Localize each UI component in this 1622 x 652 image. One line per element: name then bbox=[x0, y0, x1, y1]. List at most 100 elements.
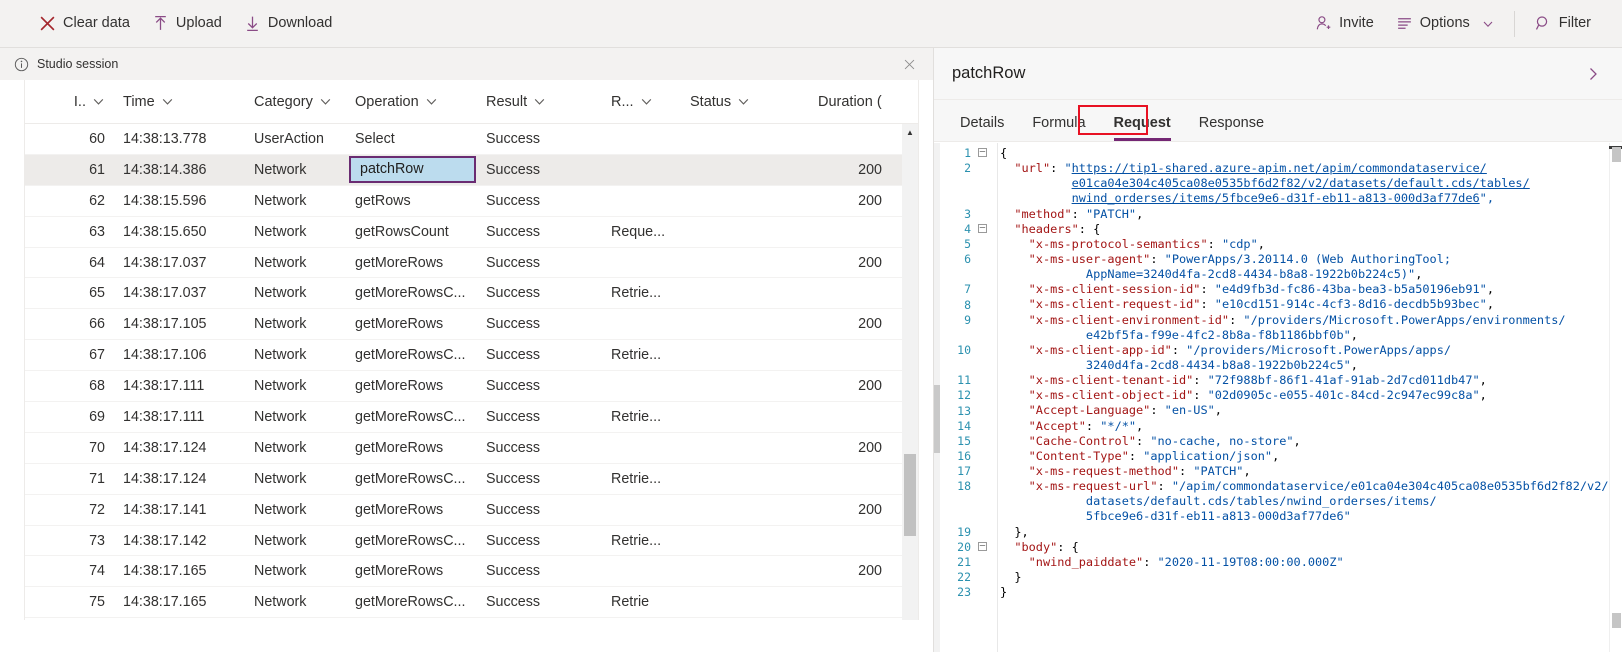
table-cell-operation[interactable]: getMoreRowsC... bbox=[349, 340, 480, 370]
table-cell-category[interactable]: Network bbox=[248, 495, 349, 525]
column-header-result[interactable]: Result bbox=[480, 80, 605, 124]
table-cell-duration[interactable] bbox=[812, 340, 908, 370]
table-cell-time[interactable]: 14:38:17.124 bbox=[117, 464, 248, 494]
table-cell-status[interactable] bbox=[684, 371, 812, 401]
table-cell-result[interactable]: Success bbox=[480, 402, 605, 432]
table-cell-status[interactable] bbox=[684, 433, 812, 463]
table-cell-status[interactable] bbox=[684, 309, 812, 339]
table-cell-result[interactable]: Success bbox=[480, 186, 605, 216]
table-cell-time[interactable]: 14:38:17.165 bbox=[117, 587, 248, 617]
session-close-button[interactable] bbox=[899, 54, 919, 74]
table-row[interactable]: 7214:38:17.141NetworkgetMoreRowsSuccess2… bbox=[25, 495, 918, 526]
table-cell-result[interactable]: Success bbox=[480, 155, 605, 185]
table-cell-index[interactable]: 64 bbox=[25, 248, 117, 278]
table-row[interactable]: 6714:38:17.106NetworkgetMoreRowsC...Succ… bbox=[25, 340, 918, 371]
table-cell-duration[interactable]: 200 bbox=[812, 248, 908, 278]
table-cell-status[interactable] bbox=[684, 248, 812, 278]
table-cell-index[interactable]: 60 bbox=[25, 124, 117, 154]
request-json-viewer[interactable]: 1–234–567891011121314151617181920–212223… bbox=[934, 143, 1622, 652]
table-cell-r[interactable]: Retrie... bbox=[605, 464, 684, 494]
table-cell-r[interactable] bbox=[605, 433, 684, 463]
table-cell-status[interactable] bbox=[684, 495, 812, 525]
filter-button[interactable]: Filter bbox=[1524, 7, 1602, 41]
gutter-scrollbar[interactable] bbox=[934, 143, 940, 652]
table-cell-operation[interactable]: getMoreRows bbox=[349, 433, 480, 463]
table-cell-result[interactable]: Success bbox=[480, 340, 605, 370]
column-header-operation[interactable]: Operation bbox=[349, 80, 480, 124]
table-cell-operation[interactable]: getMoreRows bbox=[349, 371, 480, 401]
table-cell-category[interactable]: Network bbox=[248, 309, 349, 339]
table-cell-time[interactable]: 14:38:14.386 bbox=[117, 155, 248, 185]
table-cell-time[interactable]: 14:38:15.650 bbox=[117, 217, 248, 247]
table-row[interactable]: 6314:38:15.650NetworkgetRowsCountSuccess… bbox=[25, 217, 918, 248]
table-cell-r[interactable] bbox=[605, 186, 684, 216]
table-cell-operation[interactable]: getMoreRowsC... bbox=[349, 402, 480, 432]
table-cell-r[interactable]: Retrie... bbox=[605, 340, 684, 370]
table-row[interactable]: 6414:38:17.037NetworkgetMoreRowsSuccess2… bbox=[25, 248, 918, 279]
table-cell-duration[interactable] bbox=[812, 464, 908, 494]
table-cell-duration[interactable]: 200 bbox=[812, 186, 908, 216]
table-cell-r[interactable]: Retrie... bbox=[605, 526, 684, 556]
table-cell-category[interactable]: Network bbox=[248, 186, 349, 216]
code-scrollbar-thumb-top[interactable] bbox=[1612, 147, 1621, 162]
table-cell-category[interactable]: Network bbox=[248, 155, 349, 185]
table-cell-category[interactable]: Network bbox=[248, 371, 349, 401]
table-cell-result[interactable]: Success bbox=[480, 124, 605, 154]
table-cell-index[interactable]: 63 bbox=[25, 217, 117, 247]
table-cell-index[interactable]: 68 bbox=[25, 371, 117, 401]
table-cell-r[interactable]: Retrie bbox=[605, 587, 684, 617]
code-fold-toggle[interactable]: – bbox=[978, 148, 987, 157]
table-cell-operation[interactable]: getMoreRows bbox=[349, 495, 480, 525]
code-fold-toggle[interactable]: – bbox=[978, 224, 987, 233]
table-cell-result[interactable]: Success bbox=[480, 217, 605, 247]
table-cell-operation[interactable]: Select bbox=[349, 124, 480, 154]
table-cell-time[interactable]: 14:38:17.142 bbox=[117, 526, 248, 556]
table-row[interactable]: 6014:38:13.778UserActionSelectSuccess bbox=[25, 124, 918, 155]
gutter-scrollbar-thumb[interactable] bbox=[934, 385, 940, 453]
json-url-link[interactable]: nwind_orderses/items/5fbce9e6-d31f-eb11-… bbox=[1072, 191, 1480, 205]
clear-data-button[interactable]: Clear data bbox=[28, 7, 141, 41]
table-cell-category[interactable]: Network bbox=[248, 587, 349, 617]
table-row[interactable]: 6514:38:17.037NetworkgetMoreRowsC...Succ… bbox=[25, 278, 918, 309]
table-row[interactable]: 6214:38:15.596NetworkgetRowsSuccess200 bbox=[25, 186, 918, 217]
table-cell-time[interactable]: 14:38:17.111 bbox=[117, 402, 248, 432]
options-button[interactable]: Options bbox=[1385, 7, 1505, 41]
code-scrollbar-thumb-bottom[interactable] bbox=[1612, 613, 1621, 628]
table-scrollbar-thumb[interactable] bbox=[904, 454, 916, 536]
table-cell-r[interactable] bbox=[605, 309, 684, 339]
table-row[interactable]: 7114:38:17.124NetworkgetMoreRowsC...Succ… bbox=[25, 464, 918, 495]
table-cell-operation[interactable]: getRows bbox=[349, 186, 480, 216]
column-header-index[interactable]: I.. bbox=[25, 80, 117, 124]
table-cell-duration[interactable] bbox=[812, 124, 908, 154]
table-cell-result[interactable]: Success bbox=[480, 433, 605, 463]
table-cell-duration[interactable]: 200 bbox=[812, 433, 908, 463]
table-cell-category[interactable]: Network bbox=[248, 433, 349, 463]
selected-cell-highlight[interactable]: patchRow bbox=[349, 156, 476, 183]
table-cell-duration[interactable] bbox=[812, 526, 908, 556]
table-cell-index[interactable]: 72 bbox=[25, 495, 117, 525]
table-cell-duration[interactable]: 200 bbox=[812, 309, 908, 339]
table-cell-duration[interactable] bbox=[812, 587, 908, 617]
table-cell-time[interactable]: 14:38:17.105 bbox=[117, 309, 248, 339]
table-cell-r[interactable]: Retrie... bbox=[605, 278, 684, 308]
table-cell-category[interactable]: Network bbox=[248, 526, 349, 556]
table-cell-time[interactable]: 14:38:15.596 bbox=[117, 186, 248, 216]
table-row[interactable]: 6614:38:17.105NetworkgetMoreRowsSuccess2… bbox=[25, 309, 918, 340]
table-cell-time[interactable]: 14:38:17.165 bbox=[117, 556, 248, 586]
table-cell-r[interactable]: Retrie... bbox=[605, 402, 684, 432]
table-cell-category[interactable]: Network bbox=[248, 248, 349, 278]
table-cell-status[interactable] bbox=[684, 186, 812, 216]
table-cell-result[interactable]: Success bbox=[480, 526, 605, 556]
table-cell-operation[interactable]: patchRow bbox=[349, 155, 480, 185]
table-cell-time[interactable]: 14:38:17.106 bbox=[117, 340, 248, 370]
json-url-link[interactable]: e01ca04e304c405ca08e0535bf6d2f82/v2/data… bbox=[1072, 176, 1530, 190]
table-row[interactable]: 6914:38:17.111NetworkgetMoreRowsC...Succ… bbox=[25, 402, 918, 433]
table-row[interactable]: 7514:38:17.165NetworkgetMoreRowsC...Succ… bbox=[25, 587, 918, 618]
table-cell-operation[interactable]: getMoreRows bbox=[349, 248, 480, 278]
table-cell-duration[interactable] bbox=[812, 402, 908, 432]
tab-request[interactable]: Request bbox=[1100, 115, 1185, 141]
tab-details[interactable]: Details bbox=[946, 115, 1018, 141]
table-cell-duration[interactable]: 200 bbox=[812, 155, 908, 185]
table-cell-status[interactable] bbox=[684, 402, 812, 432]
table-cell-status[interactable] bbox=[684, 556, 812, 586]
